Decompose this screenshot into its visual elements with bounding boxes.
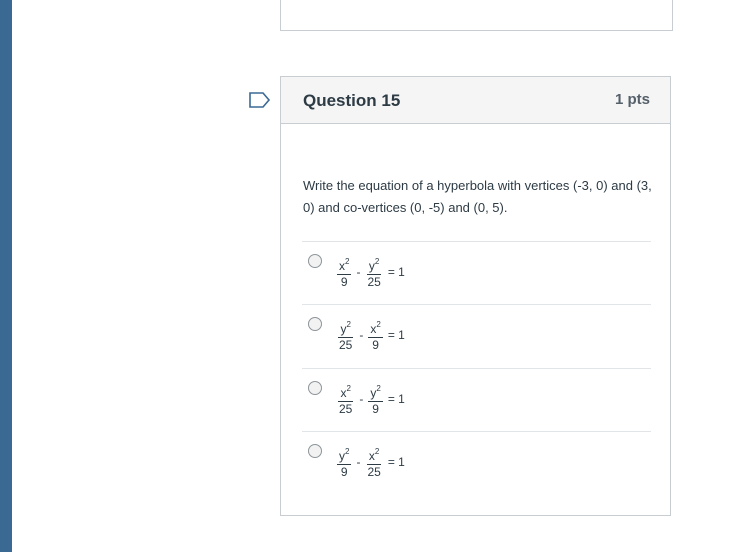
question-header: Question 15 1 pts [281, 77, 670, 124]
answer-option[interactable]: y2 9 - x2 25 = 1 [302, 431, 651, 495]
answer-equation: y2 25 - x2 9 = 1 [338, 319, 405, 352]
answer-option[interactable]: x2 9 - y2 25 = 1 [302, 241, 651, 305]
answer-equation: y2 9 - x2 25 = 1 [337, 446, 405, 479]
radio-button-icon[interactable] [308, 317, 322, 331]
question-text: Write the equation of a hyperbola with v… [303, 178, 652, 215]
answer-option[interactable]: x2 25 - y2 9 = 1 [302, 368, 651, 432]
question-points: 1 pts [614, 91, 650, 108]
answer-option[interactable]: y2 25 - x2 9 = 1 [302, 304, 651, 368]
left-nav-bar [0, 0, 12, 552]
radio-button-icon[interactable] [308, 444, 322, 458]
answer-equation: x2 25 - y2 9 = 1 [338, 383, 405, 416]
question-card: Question 15 1 pts Write the equation of … [280, 76, 671, 516]
previous-question-card [280, 0, 673, 31]
radio-button-icon[interactable] [308, 254, 322, 268]
question-title: Question 15 [303, 91, 401, 110]
radio-button-icon[interactable] [308, 381, 322, 395]
flag-question-icon[interactable] [249, 92, 271, 108]
answer-equation: x2 9 - y2 25 = 1 [337, 256, 405, 289]
